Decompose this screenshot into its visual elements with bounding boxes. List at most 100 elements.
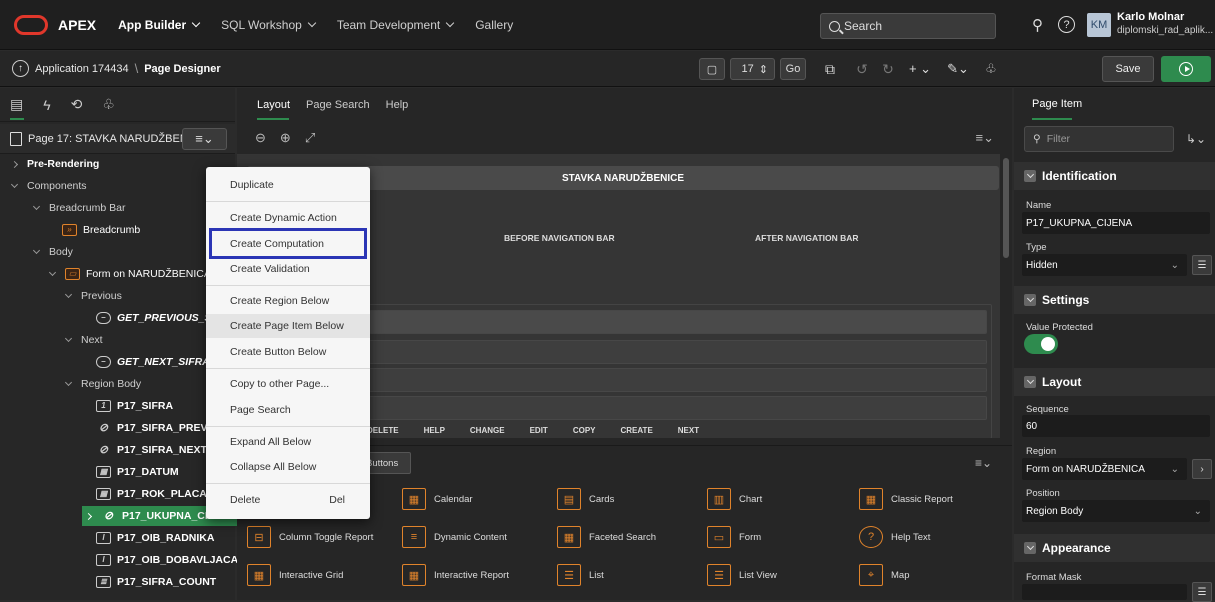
tree-node-get-next[interactable]: – GET_NEXT_SIFRA [96, 352, 210, 372]
gallery-item-dynamic-content[interactable]: ≡ Dynamic Content [402, 526, 507, 548]
expand-icon[interactable]: ⤢ [305, 130, 315, 146]
breadcrumb-application[interactable]: Application 174434 [35, 63, 129, 75]
name-field[interactable]: P17_UKUPNA_CIJENA [1022, 212, 1210, 234]
undo-icon[interactable]: ↺ [852, 58, 872, 80]
canvas-scrollbar[interactable] [1003, 158, 1009, 258]
up-arrow-icon[interactable]: ↑ [12, 60, 29, 77]
nav-gallery[interactable]: Gallery [475, 18, 513, 32]
position-select[interactable]: Region Body ⌄ [1022, 500, 1210, 522]
tree-item-p17-sifra[interactable]: 1 P17_SIFRA [96, 396, 173, 416]
tree-node-breadcrumb[interactable]: » Breadcrumb [62, 220, 140, 240]
menu-item-create-region-below[interactable]: Create Region Below [206, 289, 370, 313]
rendering-tab-icon[interactable]: ▤ [10, 96, 23, 113]
gallery-item-classic-report[interactable]: ▦ Classic Report [859, 488, 953, 510]
save-button[interactable]: Save [1102, 56, 1154, 82]
button-slot-change[interactable]: CHANGE [470, 426, 505, 435]
gallery-item-chart[interactable]: ▥ Chart [707, 488, 762, 510]
gallery-item-faceted-search[interactable]: ▦ Faceted Search [557, 526, 656, 548]
tree-item-p17-sifra-count[interactable]: ≣ P17_SIFRA_COUNT [96, 572, 216, 592]
tree-node-form-region[interactable]: ▭ Form on NARUDŽBENICA [48, 264, 211, 284]
tree-item-p17-sifra-next[interactable]: ⊘ P17_SIFRA_NEXT [96, 440, 207, 460]
menu-item-create-button-below[interactable]: Create Button Below [206, 340, 370, 364]
region-select[interactable]: Form on NARUDŽBENICA ⌄ [1022, 458, 1187, 480]
section-layout[interactable]: Layout [1014, 368, 1215, 396]
page-menu-button[interactable]: ≡⌄ [182, 128, 227, 150]
menu-item-create-page-item-below[interactable]: Create Page Item Below [206, 314, 370, 338]
section-appearance[interactable]: Appearance [1014, 534, 1215, 562]
processing-tab-icon[interactable]: ⟲ [71, 96, 83, 113]
tab-page-search[interactable]: Page Search [306, 99, 370, 111]
gallery-item-column-toggle-report[interactable]: ⊟ Column Toggle Report [247, 526, 373, 548]
tree-node-previous[interactable]: Previous [64, 286, 122, 306]
shared-components-icon[interactable]: ♧ [980, 58, 1002, 80]
help-icon[interactable]: ? [1058, 16, 1075, 33]
layout-menu-icon[interactable]: ≡⌄ [976, 130, 994, 146]
search-input[interactable]: Search [820, 13, 996, 39]
gallery-item-interactive-grid[interactable]: ▦ Interactive Grid [247, 564, 343, 586]
tree-node-region-body[interactable]: Region Body [64, 374, 141, 394]
gallery-item-help-text[interactable]: ? Help Text [859, 526, 930, 548]
gallery-item-interactive-report[interactable]: ▦ Interactive Report [402, 564, 509, 586]
before-navigation-bar-slot[interactable]: BEFORE NAVIGATION BAR [504, 233, 615, 243]
button-slot-edit[interactable]: EDIT [530, 426, 548, 435]
go-to-region-button[interactable]: › [1192, 459, 1212, 479]
button-slot-help[interactable]: HELP [424, 426, 445, 435]
redo-icon[interactable]: ↻ [878, 58, 898, 80]
section-identification[interactable]: Identification [1014, 162, 1215, 190]
gallery-item-form[interactable]: ▭ Form [707, 526, 761, 548]
menu-item-collapse-all-below[interactable]: Collapse All Below [206, 455, 370, 479]
gallery-item-list-view[interactable]: ☰ List View [707, 564, 777, 586]
user-name[interactable]: Karlo Molnar [1117, 11, 1184, 23]
utilities-menu-icon[interactable]: ✎⌄ [943, 58, 973, 80]
nav-sql-workshop[interactable]: SQL Workshop [221, 18, 317, 32]
gallery-item-calendar[interactable]: ▦ Calendar [402, 488, 473, 510]
nav-team-development[interactable]: Team Development [337, 18, 455, 32]
zoom-in-icon[interactable]: ⊕ [280, 130, 291, 146]
format-mask-field[interactable] [1022, 584, 1187, 600]
run-button[interactable] [1161, 56, 1211, 82]
gallery-item-list[interactable]: ☰ List [557, 564, 604, 586]
go-to-group-icon[interactable]: ↳⌄ [1186, 132, 1206, 146]
type-list-button[interactable]: ☰ [1192, 255, 1212, 275]
nav-app-builder[interactable]: App Builder [118, 18, 201, 32]
tree-node-components[interactable]: Components [10, 176, 87, 196]
lock-page-icon[interactable]: ⧉ [820, 58, 840, 80]
developer-tools-icon[interactable]: ⚲ [1032, 16, 1043, 34]
menu-item-page-search[interactable]: Page Search [206, 398, 370, 422]
section-settings[interactable]: Settings [1014, 286, 1215, 314]
tree-item-p17-datum[interactable]: ▦ P17_DATUM [96, 462, 179, 482]
menu-item-expand-all-below[interactable]: Expand All Below [206, 430, 370, 454]
gallery-item-map[interactable]: ⌖ Map [859, 564, 909, 586]
button-slot-delete[interactable]: DELETE [367, 426, 399, 435]
menu-item-copy-to-other-page[interactable]: Copy to other Page... [206, 372, 370, 396]
zoom-out-icon[interactable]: ⊖ [255, 130, 266, 146]
tree-item-p17-sifra-prev[interactable]: ⊘ P17_SIFRA_PREV [96, 418, 208, 438]
tree-item-p17-oib-radnika[interactable]: I P17_OIB_RADNIKA [96, 528, 214, 548]
format-mask-list-button[interactable]: ☰ [1192, 582, 1212, 602]
create-menu-icon[interactable]: + ⌄ [903, 58, 937, 80]
button-slot-next[interactable]: NEXT [678, 426, 699, 435]
gallery-item-cards[interactable]: ▤ Cards [557, 488, 614, 510]
sequence-field[interactable]: 60 [1022, 415, 1210, 437]
tab-layout[interactable]: Layout [257, 99, 290, 111]
value-protected-toggle[interactable] [1024, 334, 1058, 354]
type-select[interactable]: Hidden ⌄ [1022, 254, 1187, 276]
tree-node-body[interactable]: Body [32, 242, 73, 262]
shared-components-tab-icon[interactable]: ♧ [102, 96, 115, 113]
page-number-input[interactable]: 17 ⇕ [730, 58, 775, 80]
gallery-menu-icon[interactable]: ≡⌄ [975, 456, 992, 470]
button-slot-copy[interactable]: COPY [573, 426, 596, 435]
tree-node-pre-rendering[interactable]: Pre-Rendering [10, 154, 99, 174]
dynamic-actions-tab-icon[interactable]: ϟ [43, 97, 50, 113]
apex-logo[interactable]: APEX [14, 14, 96, 35]
tree-node-next[interactable]: Next [64, 330, 103, 350]
go-button[interactable]: Go [780, 58, 806, 80]
page-tree-header[interactable]: Page 17: STAVKA NARUDŽBENICE ≡⌄ [0, 124, 235, 154]
tab-page-item[interactable]: Page Item [1032, 98, 1082, 110]
tree-item-p17-oib-dobavljaca[interactable]: I P17_OIB_DOBAVLJACA [96, 550, 238, 570]
page-selector-button[interactable]: ▢ [699, 58, 725, 80]
avatar[interactable]: KM [1087, 13, 1111, 37]
filter-input[interactable]: ⚲ Filter [1024, 126, 1174, 152]
menu-item-create-dynamic-action[interactable]: Create Dynamic Action [206, 206, 370, 230]
menu-item-delete[interactable]: Delete Del [206, 488, 370, 512]
